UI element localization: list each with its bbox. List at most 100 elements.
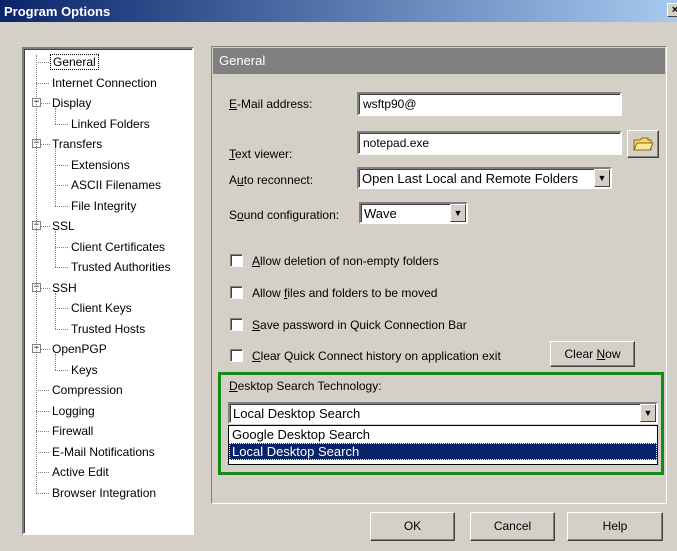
tree-connector — [36, 492, 49, 494]
sound-config-label: Sound configuration: — [229, 208, 340, 222]
clear-history-label[interactable]: Clear Quick Connect history on applicati… — [252, 349, 501, 363]
tree-connector — [55, 185, 68, 186]
save-password-label[interactable]: Save password in Quick Connection Bar — [252, 318, 467, 332]
tree-connector — [36, 472, 49, 473]
tree-item-logging[interactable]: Logging — [50, 402, 97, 420]
allow-move-checkbox[interactable] — [230, 286, 243, 299]
tree-item-trusted-hosts[interactable]: Trusted Hosts — [69, 320, 147, 338]
tree-item-firewall[interactable]: Firewall — [50, 422, 95, 440]
desktop-search-label: Desktop Search Technology: — [229, 379, 382, 393]
tree-item-general[interactable]: General — [50, 53, 99, 71]
tree-item-file-integrity[interactable]: File Integrity — [69, 197, 138, 215]
tree-item-label: Browser Integration — [52, 485, 157, 500]
tree-connector — [36, 62, 49, 63]
tree-item-browser-integration[interactable]: Browser Integration — [50, 484, 158, 502]
tree-item-compression[interactable]: Compression — [50, 381, 125, 399]
tree-item-transfers[interactable]: Transfers — [50, 135, 104, 153]
tree-item-ascii-filenames[interactable]: ASCII Filenames — [69, 176, 163, 194]
tree-item-label: File Integrity — [71, 198, 137, 213]
tree-item-label: Extensions — [71, 157, 130, 172]
tree-item-label: Transfers — [52, 137, 103, 151]
folder-icon — [633, 137, 653, 151]
text-viewer-field[interactable]: notepad.exe — [357, 131, 622, 155]
tree-branch — [55, 108, 56, 124]
tree-item-e-mail-notifications[interactable]: E-Mail Notifications — [50, 443, 157, 461]
save-password-checkbox[interactable] — [230, 318, 243, 331]
chevron-down-icon[interactable]: ▼ — [450, 204, 466, 222]
chevron-down-icon[interactable]: ▼ — [640, 404, 656, 422]
tree-branch — [55, 354, 56, 370]
tree-connector — [55, 246, 68, 248]
tree-item-label: Keys — [71, 362, 98, 377]
allow-move-label[interactable]: Allow files and folders to be moved — [252, 286, 437, 300]
window-title: Program Options — [4, 4, 111, 19]
tree-item-label: Compression — [52, 383, 123, 397]
tree-item-label: Trusted Authorities — [71, 260, 171, 274]
tree-item-label: SSL — [52, 219, 75, 233]
tree-item-linked-folders[interactable]: Linked Folders — [69, 115, 152, 133]
panel-title: General — [219, 53, 266, 68]
tree-connector — [55, 205, 68, 207]
tree-item-label: Display — [52, 96, 92, 110]
tree-item-label: Trusted Hosts — [71, 321, 146, 336]
tree-connector — [55, 328, 68, 330]
tree-connector — [41, 103, 50, 104]
tree-item-label: Active Edit — [52, 465, 109, 479]
tree-item-client-keys[interactable]: Client Keys — [69, 299, 134, 317]
tree-connector — [55, 369, 68, 371]
tree-item-internet-connection[interactable]: Internet Connection — [50, 74, 159, 92]
tree-item-keys[interactable]: Keys — [69, 361, 100, 379]
tree-connector — [36, 82, 49, 84]
tree-item-label: E-Mail Notifications — [52, 444, 155, 459]
desktop-search-value: Local Desktop Search — [233, 406, 361, 421]
close-button[interactable]: × — [667, 3, 677, 17]
allow-delete-nonempty-label[interactable]: Allow deletion of non-empty folders — [252, 254, 439, 268]
tree-item-label: Internet Connection — [52, 75, 157, 90]
sound-config-value: Wave — [364, 206, 397, 221]
tree-trunk — [36, 55, 37, 493]
desktop-search-select[interactable]: Local Desktop Search ▼ — [228, 402, 658, 424]
desktop-search-dropdown-list[interactable]: Google Desktop Search Local Desktop Sear… — [228, 425, 658, 465]
sound-config-select[interactable]: Wave ▼ — [359, 202, 468, 224]
tree-connector — [41, 349, 50, 350]
clear-now-button[interactable]: Clear Now — [550, 341, 635, 367]
tree-item-label: Client Keys — [71, 301, 132, 315]
dropdown-option-google[interactable]: Google Desktop Search — [229, 426, 657, 443]
ok-button[interactable]: OK — [370, 512, 455, 541]
tree-connector — [36, 390, 49, 391]
tree-connector — [36, 410, 49, 412]
tree-item-extensions[interactable]: Extensions — [69, 156, 132, 174]
options-tree[interactable]: General Internet Connection Display − Linked… — [22, 47, 194, 535]
allow-delete-nonempty-checkbox[interactable] — [230, 254, 243, 267]
tree-item-openpgp[interactable]: OpenPGP — [50, 340, 109, 358]
tree-connector — [55, 267, 68, 268]
chevron-down-icon[interactable]: ▼ — [594, 169, 610, 187]
tree-item-label: OpenPGP — [52, 342, 107, 356]
browse-button[interactable] — [627, 130, 659, 158]
tree-item-display[interactable]: Display — [50, 94, 93, 112]
auto-reconnect-value: Open Last Local and Remote Folders — [362, 171, 579, 186]
help-button[interactable]: Help — [567, 512, 663, 541]
title-bar: Program Options × — [0, 0, 677, 22]
tree-item-label: General — [50, 54, 99, 70]
tree-connector — [41, 287, 50, 289]
auto-reconnect-select[interactable]: Open Last Local and Remote Folders ▼ — [357, 167, 612, 189]
tree-item-active-edit[interactable]: Active Edit — [50, 463, 111, 481]
clear-history-checkbox[interactable] — [230, 349, 243, 362]
tree-item-label: Client Certificates — [71, 239, 166, 254]
email-field[interactable]: wsftp90@ — [357, 92, 622, 116]
dropdown-option-local[interactable]: Local Desktop Search — [229, 443, 657, 460]
tree-branch — [55, 231, 56, 267]
cancel-button[interactable]: Cancel — [470, 512, 555, 541]
auto-reconnect-label: Auto reconnect: — [229, 173, 314, 187]
tree-item-client-certificates[interactable]: Client Certificates — [69, 238, 167, 256]
tree-item-label: Firewall — [52, 424, 94, 438]
text-viewer-label: Text viewer: — [229, 147, 293, 161]
tree-connector — [41, 226, 50, 227]
tree-item-label: ASCII Filenames — [71, 178, 162, 192]
tree-item-trusted-authorities[interactable]: Trusted Authorities — [69, 258, 173, 276]
tree-item-label: Logging — [52, 403, 95, 418]
tree-connector — [41, 144, 50, 145]
tree-item-ssl[interactable]: SSL — [50, 217, 77, 235]
tree-item-label: Linked Folders — [71, 116, 150, 131]
